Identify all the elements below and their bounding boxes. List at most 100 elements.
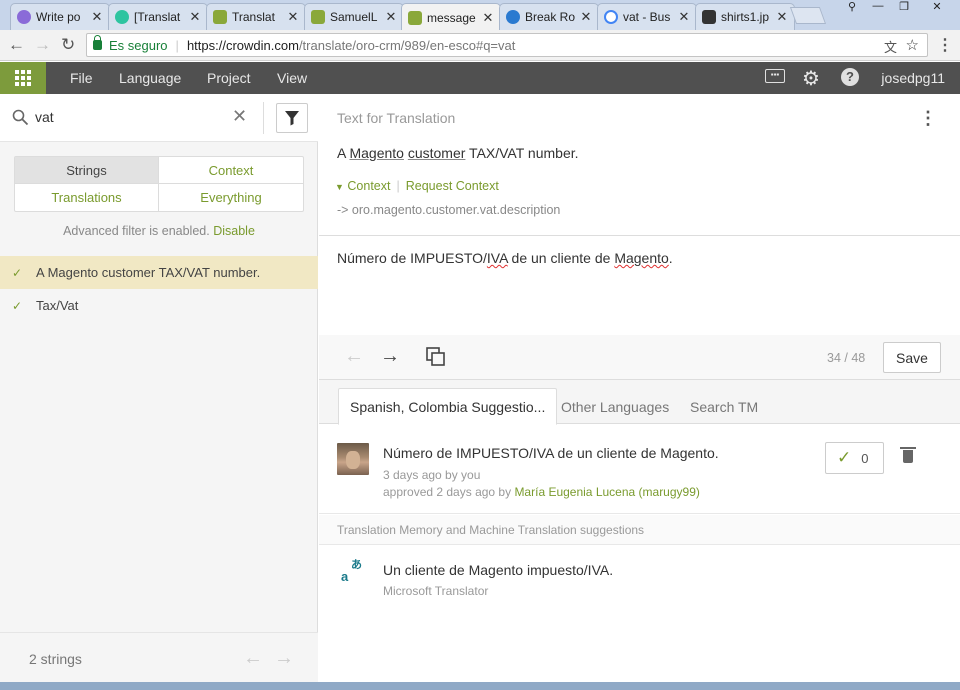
context-toggle[interactable]: Context <box>347 179 390 193</box>
reload-icon[interactable]: ↻ <box>61 35 75 55</box>
close-tab-icon[interactable]: ✕ <box>580 9 592 25</box>
browser-tab-active[interactable]: message ✕ <box>401 3 501 31</box>
approval-text: approved 2 days ago by <box>383 485 515 499</box>
keyboard-icon[interactable]: ▪▪▪ <box>765 69 785 83</box>
minimize-window-icon[interactable]: — <box>866 0 890 18</box>
crowdin-favicon-icon <box>408 10 422 25</box>
copy-source-icon[interactable] <box>426 347 446 367</box>
suggestion-tabs: Spanish, Colombia Suggestio... Other Lan… <box>319 380 960 425</box>
source-header: Text for Translation <box>337 110 456 126</box>
browser-tab[interactable]: Translat ✕ <box>206 3 306 30</box>
tm-section-header: Translation Memory and Machine Translati… <box>319 515 960 545</box>
scope-context-button[interactable]: Context <box>159 157 303 184</box>
scope-translations-button[interactable]: Translations <box>15 184 159 211</box>
editor-toolbar: ← → 34 / 48 Save <box>319 335 960 380</box>
list-item[interactable]: ✓ A Magento customer TAX/VAT number. <box>0 256 318 289</box>
approver-link[interactable]: María Eugenia Lucena (marugy99) <box>514 485 699 499</box>
apps-grid-button[interactable] <box>0 62 46 94</box>
browser-tab[interactable]: Break Ro ✕ <box>499 3 599 30</box>
suggestion-text[interactable]: Número de IMPUESTO/IVA de un cliente de … <box>383 445 719 461</box>
tab-title: Write po <box>36 10 81 24</box>
string-key: -> oro.magento.customer.vat.description <box>337 203 561 217</box>
prev-page-arrow-icon[interactable]: ← <box>243 647 263 670</box>
prev-string-arrow-icon[interactable]: ← <box>344 345 364 368</box>
browser-tab-strip: Write po ✕ [Translat ✕ Translat ✕ Samuel… <box>0 0 960 31</box>
list-item[interactable]: ✓ Tax/Vat <box>0 289 318 322</box>
tab-title: Break Ro <box>525 10 576 24</box>
clear-search-icon[interactable]: ✕ <box>232 106 247 127</box>
tab-search-tm[interactable]: Search TM <box>679 388 769 425</box>
menu-view[interactable]: View <box>277 70 307 86</box>
disable-filter-link[interactable]: Disable <box>213 224 255 238</box>
user-profile-icon[interactable]: ⚲ <box>840 0 864 18</box>
caret-down-icon: ▼ <box>335 182 344 192</box>
search-input[interactable] <box>35 106 215 128</box>
tab-title: vat - Bus <box>623 10 671 24</box>
forward-arrow-icon[interactable]: → <box>34 35 51 55</box>
close-tab-icon[interactable]: ✕ <box>287 9 299 25</box>
mt-suggestion-item: あ a Un cliente de Magento impuesto/IVA. … <box>319 546 960 606</box>
close-tab-icon[interactable]: ✕ <box>776 9 788 25</box>
next-page-arrow-icon[interactable]: → <box>274 647 294 670</box>
browser-menu-icon[interactable]: ⋮ <box>937 35 953 55</box>
browser-tab[interactable]: shirts1.jp ✕ <box>695 3 795 30</box>
filter-button[interactable] <box>276 103 308 133</box>
scope-strings-button[interactable]: Strings <box>15 157 159 184</box>
translation-text[interactable]: Número de IMPUESTO/IVA de un cliente de … <box>337 250 673 266</box>
address-bar-row: ← → ↻ Es seguro | https://crowdin.com /t… <box>0 30 960 61</box>
suggestion-author-meta: 3 days ago by you <box>383 468 481 482</box>
glossary-term[interactable]: Magento <box>349 145 403 161</box>
scope-everything-button[interactable]: Everything <box>159 184 303 211</box>
close-tab-icon[interactable]: ✕ <box>385 9 397 25</box>
menu-language[interactable]: Language <box>119 70 181 86</box>
close-tab-icon[interactable]: ✕ <box>678 9 690 25</box>
next-string-arrow-icon[interactable]: → <box>380 345 400 368</box>
suggestions-panel: Spanish, Colombia Suggestio... Other Lan… <box>319 380 960 690</box>
os-taskbar <box>0 682 960 690</box>
crowdin-favicon-icon <box>311 10 325 24</box>
restore-window-icon[interactable]: ❐ <box>892 0 916 18</box>
browser-tab[interactable]: [Translat ✕ <box>108 3 208 30</box>
menu-file[interactable]: File <box>70 70 93 86</box>
approve-vote-button[interactable]: ✓ 0 <box>825 442 884 474</box>
globe-favicon-icon <box>506 10 520 24</box>
new-tab-button[interactable] <box>789 7 827 24</box>
close-window-icon[interactable]: ✕ <box>920 0 954 18</box>
bookmark-star-icon[interactable]: ☆ <box>906 36 919 54</box>
save-button[interactable]: Save <box>883 342 941 373</box>
close-tab-icon[interactable]: ✕ <box>189 9 201 25</box>
browser-tab[interactable]: Write po ✕ <box>10 3 110 30</box>
tab-title: Translat <box>232 10 275 24</box>
username[interactable]: josedpg11 <box>881 70 945 86</box>
translation-text-part: de un cliente de <box>507 250 615 266</box>
more-options-icon[interactable]: ⋮ <box>919 108 937 129</box>
tab-language-suggestions[interactable]: Spanish, Colombia Suggestio... <box>338 388 558 425</box>
tab-title: [Translat <box>134 10 181 24</box>
strings-list: ✓ A Magento customer TAX/VAT number. ✓ T… <box>0 256 318 322</box>
request-context-link[interactable]: Request Context <box>406 179 499 193</box>
search-scope-selector: Strings Context Translations Everything <box>14 156 304 212</box>
tab-other-languages[interactable]: Other Languages <box>550 388 680 425</box>
tm-header-text: Translation Memory and Machine Translati… <box>337 523 645 537</box>
spellcheck-word: IVA <box>486 250 508 266</box>
mt-suggestion-text[interactable]: Un cliente de Magento impuesto/IVA. <box>383 562 613 578</box>
browser-tab[interactable]: SamuelL ✕ <box>304 3 404 30</box>
glossary-term[interactable]: customer <box>408 145 466 161</box>
trash-icon[interactable] <box>900 447 916 463</box>
translate-page-icon[interactable]: 文 <box>884 37 897 56</box>
filter-funnel-icon <box>285 111 299 126</box>
tab-favicon-icon <box>115 10 129 24</box>
app-header: File Language Project View ▪▪▪ ⚙ ? josed… <box>0 62 960 94</box>
secure-label: Es seguro <box>109 37 168 53</box>
browser-tab[interactable]: vat - Bus ✕ <box>597 3 697 30</box>
close-tab-icon[interactable]: ✕ <box>482 10 494 26</box>
gear-icon[interactable]: ⚙ <box>802 66 820 91</box>
translation-editor[interactable]: Número de IMPUESTO/IVA de un cliente de … <box>319 237 960 335</box>
menu-project[interactable]: Project <box>207 70 251 86</box>
close-tab-icon[interactable]: ✕ <box>91 9 103 25</box>
url-omnibox[interactable]: Es seguro | https://crowdin.com /transla… <box>86 33 928 57</box>
check-icon: ✓ <box>837 448 852 467</box>
help-icon[interactable]: ? <box>841 68 859 86</box>
back-arrow-icon[interactable]: ← <box>8 35 25 55</box>
google-favicon-icon <box>604 10 618 24</box>
